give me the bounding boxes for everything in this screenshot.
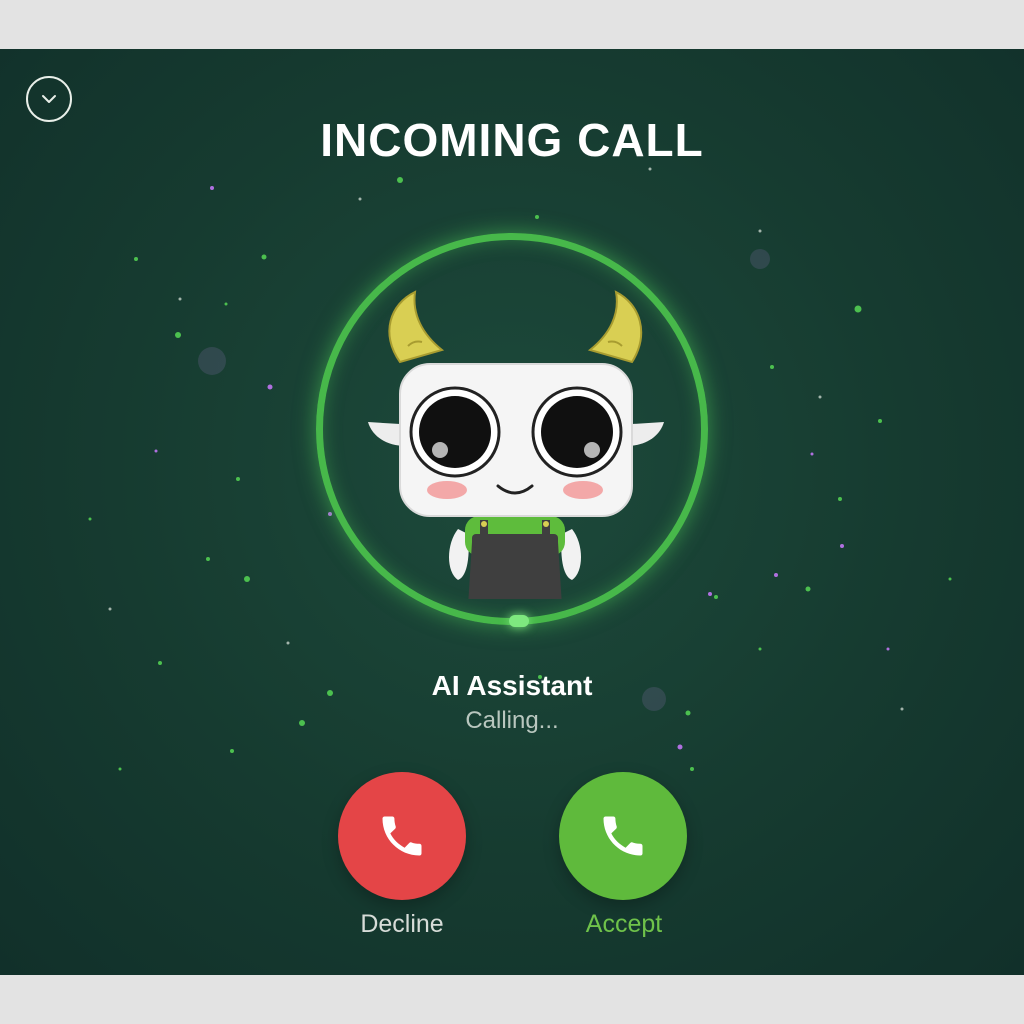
ring-indicator-dot bbox=[509, 615, 529, 627]
overalls bbox=[468, 542, 562, 599]
left-horn bbox=[388, 290, 445, 364]
decline-label: Decline bbox=[360, 910, 444, 938]
right-horn bbox=[587, 290, 643, 364]
accept-button[interactable] bbox=[559, 772, 687, 900]
call-status: Calling... bbox=[465, 707, 559, 734]
incoming-call-screen: INCOMING CALL AI Assistant Calling... De… bbox=[0, 49, 1024, 975]
accept-label: Accept bbox=[585, 910, 663, 938]
caller-avatar bbox=[368, 290, 664, 599]
phone-icon bbox=[382, 816, 422, 856]
decline-button[interactable] bbox=[338, 772, 466, 900]
page-title: INCOMING CALL bbox=[320, 114, 704, 166]
chevron-down-icon bbox=[42, 95, 56, 103]
caller-name: AI Assistant bbox=[431, 670, 593, 701]
phone-icon bbox=[603, 816, 643, 856]
